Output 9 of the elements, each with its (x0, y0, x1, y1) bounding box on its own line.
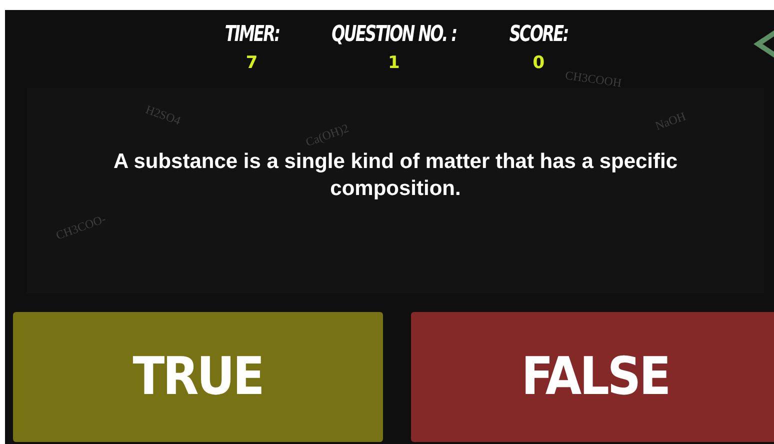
stat-value: 0 (532, 53, 545, 73)
stat-value: 7 (246, 53, 258, 73)
answer-button[interactable]: TRUE (13, 312, 382, 442)
answer-button[interactable]: FALSE (410, 312, 774, 442)
stat-label: QUESTION NO. : (332, 22, 456, 47)
stat-value: 1 (388, 53, 400, 73)
stat-label: TIMER: (224, 22, 280, 47)
stat-label: SCORE: (509, 22, 568, 47)
question-text: A substance is a single kind of matter that has a specific composition. (112, 149, 679, 202)
